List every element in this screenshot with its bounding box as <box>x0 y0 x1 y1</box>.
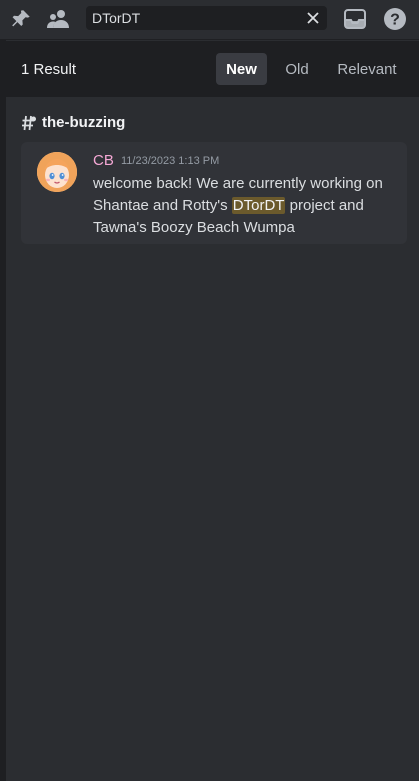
channel-heading[interactable]: the-buzzing <box>22 114 125 131</box>
message-timestamp: 11/23/2023 1:13 PM <box>121 155 220 167</box>
search-highlight: DTorDT <box>231 197 286 214</box>
result-count: 1 Result <box>21 61 77 78</box>
search-result-message[interactable]: CB 11/23/2023 1:13 PM welcome back! We a… <box>21 142 407 244</box>
sort-old-button[interactable]: Old <box>276 53 318 85</box>
svg-text:?: ? <box>390 12 400 29</box>
top-toolbar: ? <box>0 0 419 40</box>
sort-new-button[interactable]: New <box>216 53 267 85</box>
help-icon[interactable]: ? <box>382 6 408 32</box>
message-author[interactable]: CB <box>93 152 114 169</box>
left-edge-divider <box>0 0 6 781</box>
results-header: 1 Result New Old Relevant <box>6 41 419 97</box>
pin-icon[interactable] <box>8 6 34 32</box>
inbox-icon[interactable] <box>342 6 368 32</box>
members-icon[interactable] <box>46 6 72 32</box>
avatar[interactable] <box>37 152 77 192</box>
message-content: welcome back! We are currently working o… <box>93 173 398 239</box>
thread-channel-icon <box>22 115 36 131</box>
close-icon[interactable] <box>305 10 321 26</box>
sort-relevant-button[interactable]: Relevant <box>328 53 406 85</box>
search-field[interactable] <box>86 6 327 30</box>
channel-name: the-buzzing <box>42 114 126 131</box>
search-input[interactable] <box>86 6 296 30</box>
